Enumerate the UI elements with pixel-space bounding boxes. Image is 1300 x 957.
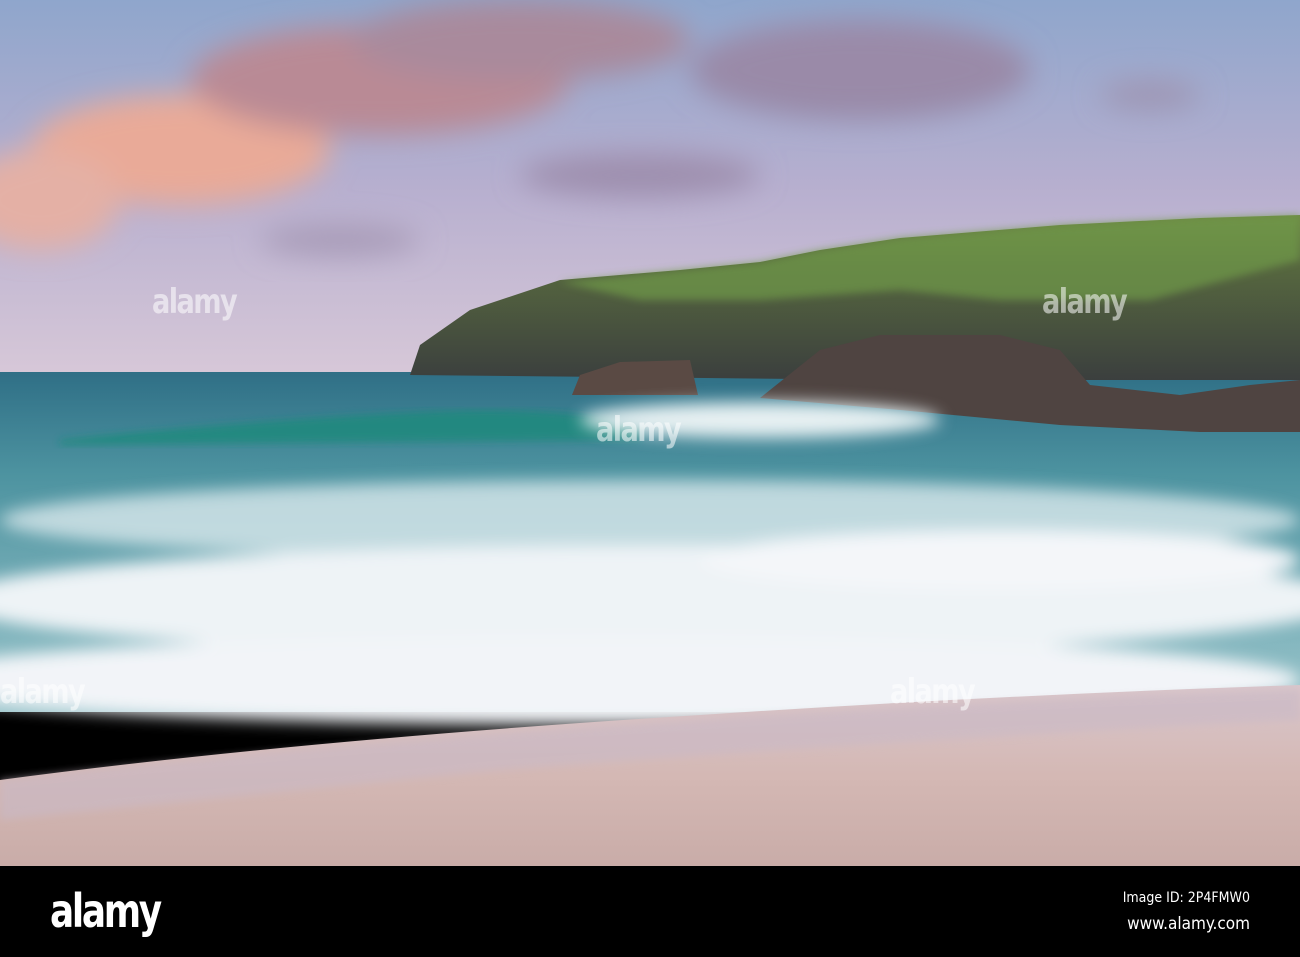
image-id: Image ID: 2P4FMW0 [1122,890,1250,906]
watermark: alamy [152,282,238,322]
watermark: alamy [596,410,682,450]
site-url: www.alamy.com [1127,914,1250,934]
watermark: alamy [890,672,976,712]
alamy-logo: alamy [50,884,162,938]
footer-bar: alamy Image ID: 2P4FMW0 www.alamy.com [0,866,1300,957]
watermark: alamy [1042,282,1128,322]
watermark: alamy [0,672,86,712]
